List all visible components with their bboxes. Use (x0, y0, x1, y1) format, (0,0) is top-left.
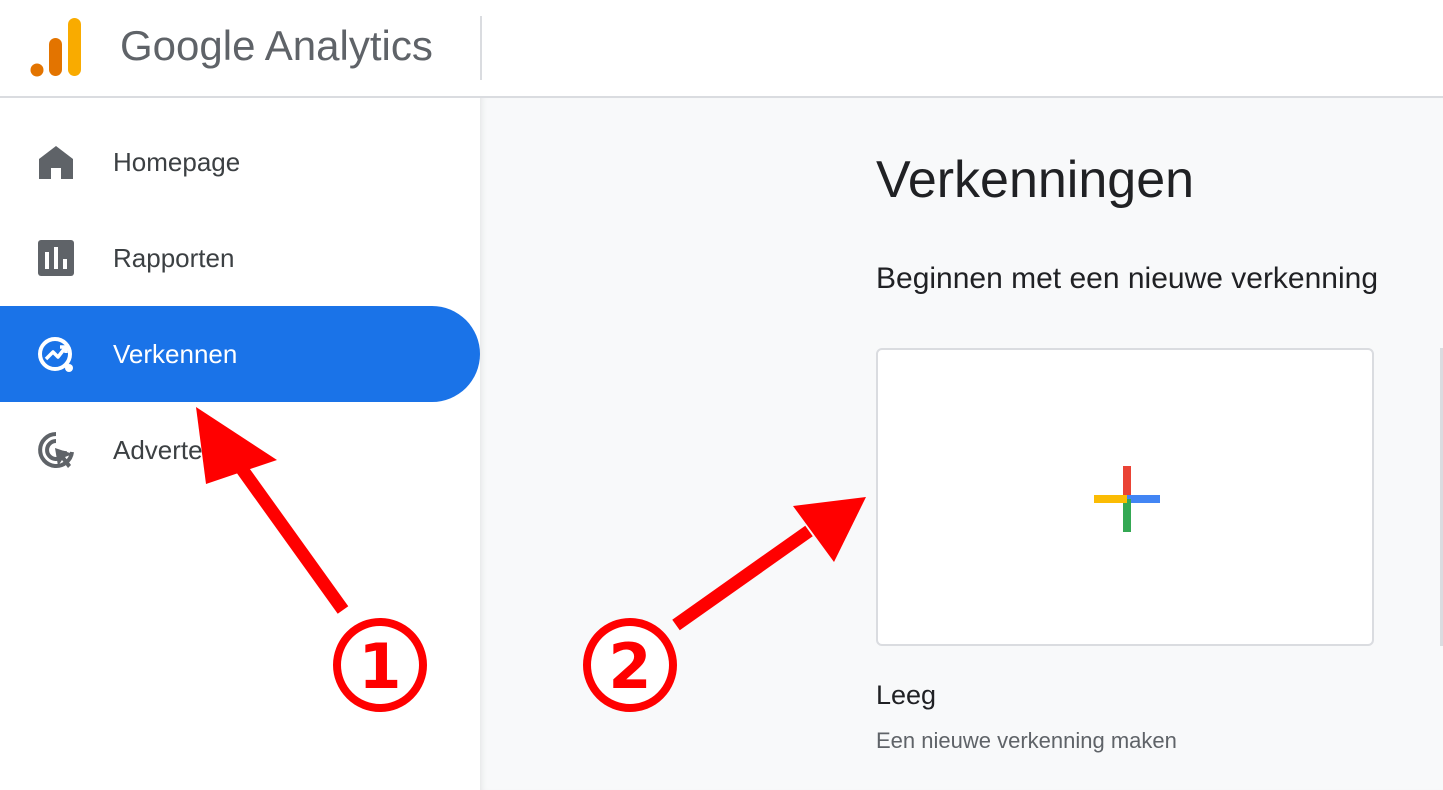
home-icon (36, 142, 76, 182)
product-name: Google Analytics (120, 22, 433, 69)
top-app-bar: Google Analytics (0, 0, 1443, 98)
section-title: Beginnen met een nieuwe verkenning (876, 262, 1379, 295)
side-navigation: Homepage Rapporten Verkennen Advertentie… (0, 98, 480, 790)
header-divider (480, 16, 482, 80)
card-subtitle: Een nieuwe verkenning maken (876, 728, 1177, 753)
blank-exploration-card[interactable] (876, 348, 1374, 646)
ga-explore-page: Google Analytics Homepage Rapporten Verk… (0, 0, 1443, 790)
nav-item-advertising[interactable]: Advertenties (0, 402, 480, 498)
nav-item-reports[interactable]: Rapporten (0, 210, 480, 306)
plus-icon (1094, 466, 1160, 532)
nav-item-homepage[interactable]: Homepage (0, 114, 480, 210)
google-analytics-logo-icon[interactable] (28, 16, 84, 78)
page-title: Verkenningen (876, 151, 1195, 209)
nav-item-label: Verkennen (113, 338, 238, 369)
advertising-cursor-icon (36, 430, 76, 470)
explore-icon (36, 334, 76, 374)
reports-bar-chart-icon (36, 238, 76, 278)
card-title[interactable]: Leeg (876, 680, 936, 711)
nav-item-label: Rapporten (113, 242, 235, 273)
nav-item-label: Homepage (113, 146, 241, 177)
main-content: Verkenningen Beginnen met een nieuwe ver… (480, 98, 1443, 790)
nav-item-label: Advertenties (113, 434, 258, 465)
nav-item-explore[interactable]: Verkennen (0, 306, 480, 402)
